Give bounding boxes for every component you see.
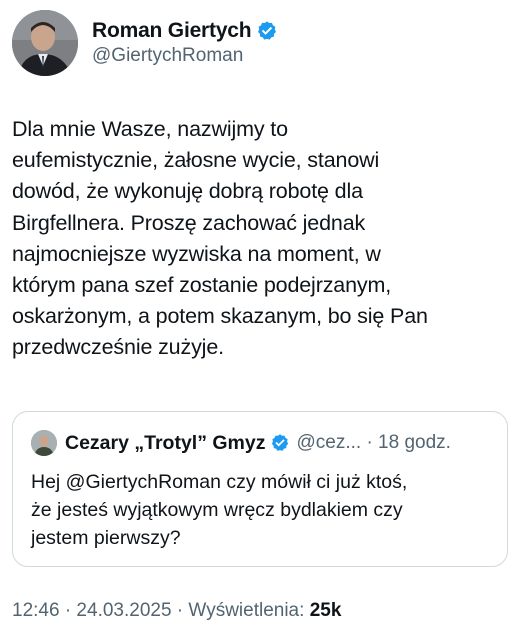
quoted-author-avatar[interactable] — [31, 430, 57, 456]
tweet-text: Dla mnie Wasze, nazwijmy to eufemistyczn… — [12, 114, 512, 364]
tweet-text-line: najmocniejsze wyzwiska na moment, w — [12, 241, 381, 266]
quoted-author-name[interactable]: Cezary „Trotyl” Gmyz — [65, 432, 265, 455]
tweet-text-line: Birgfellnera. Proszę zachować jednak — [12, 210, 366, 235]
views-count: 25k — [309, 600, 342, 621]
tweet-text-line: przedwcześnie zużyje. — [12, 335, 224, 360]
views-label: Wyświetlenia: — [188, 600, 310, 621]
author-handle[interactable]: @GiertychRoman — [92, 45, 278, 67]
author-display-name[interactable]: Roman Giertych — [92, 19, 252, 43]
tweet-text-line: dowód, że wykonuję dobrą robotę dla — [12, 179, 363, 204]
quoted-text-line: że jesteś wyjątkowym wręcz bydlakiem czy — [31, 499, 403, 521]
verified-badge-icon — [272, 434, 289, 451]
quoted-author-meta: @cez... · 18 godz. — [296, 432, 451, 453]
tweet-text-line: eufemistycznie, żałosne wycie, stanowi — [12, 148, 380, 173]
quoted-text-line: jestem pierwszy? — [31, 527, 181, 549]
tweet-text-line: Dla mnie Wasze, nazwijmy to — [12, 117, 288, 141]
verified-badge-icon — [258, 21, 277, 40]
quoted-tweet-text: Hej @GiertychRoman czy mówił ci już ktoś… — [31, 468, 501, 552]
tweet-author-header: Roman Giertych @GiertychRoman — [12, 10, 278, 76]
author-avatar[interactable] — [12, 10, 78, 76]
author-name-row: Roman Giertych — [92, 19, 278, 43]
quoted-tweet-card[interactable]: Cezary „Trotyl” Gmyz @cez... · 18 godz. … — [12, 411, 508, 567]
tweet-text-line: którym pana szef zostanie podejrzanym, — [12, 273, 392, 298]
author-name-block: Roman Giertych @GiertychRoman — [92, 19, 278, 67]
quoted-tweet-header: Cezary „Trotyl” Gmyz @cez... · 18 godz. — [31, 430, 451, 456]
tweet-timestamp[interactable]: 12:46 · 24.03.2025 · — [12, 600, 188, 621]
quoted-text-line: Hej @GiertychRoman czy mówił ci już ktoś… — [31, 471, 408, 493]
tweet-footer: 12:46 · 24.03.2025 · Wyświetlenia: 25k — [12, 600, 341, 622]
tweet-text-line: oskarżonym, a potem skazanym, bo się Pan — [12, 304, 428, 329]
